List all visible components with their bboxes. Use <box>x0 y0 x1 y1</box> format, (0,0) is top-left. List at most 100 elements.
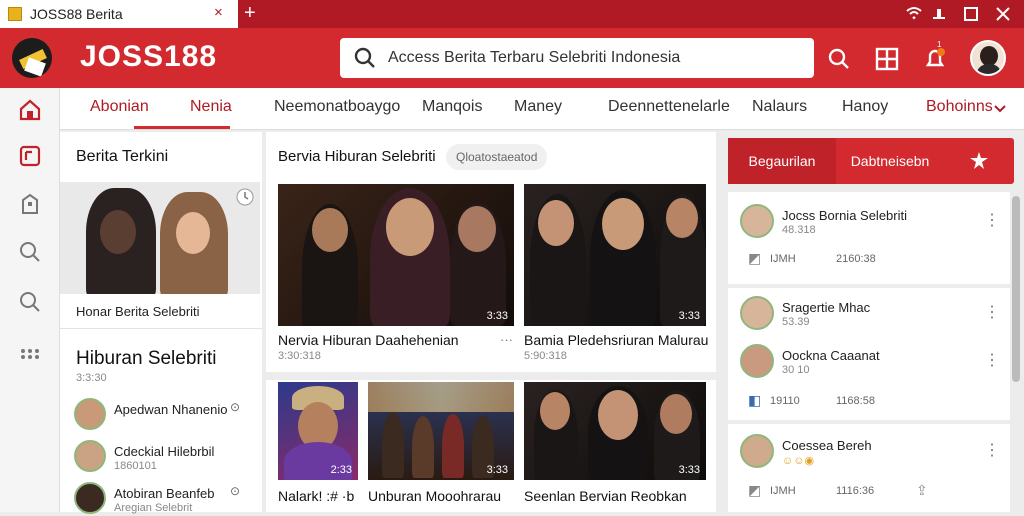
more-icon[interactable]: ··· <box>692 332 705 347</box>
meta-value: 19110 <box>770 395 800 407</box>
nav-item[interactable]: Manqois <box>422 98 482 116</box>
nav-item[interactable]: Maney <box>514 98 562 116</box>
notification-badge: 1 <box>937 40 942 49</box>
more-icon[interactable]: ⋮ <box>984 350 1000 370</box>
item-name: Atobiran Beanfeb <box>114 486 215 501</box>
card-title[interactable]: Unburan Mooohrarau <box>368 488 501 504</box>
meta-value: 2160:38 <box>836 253 876 265</box>
celebrity-news-panel: Bervia Hiburan Selebriti Qloatostaeatod … <box>266 132 716 512</box>
stage-lights <box>368 382 514 412</box>
tag-icon[interactable] <box>18 144 42 168</box>
user-avatar[interactable] <box>970 40 1006 76</box>
filter-chip[interactable]: Qloatostaeatod <box>446 144 548 170</box>
search-icon[interactable] <box>18 290 42 314</box>
feed-card: Sragertie Mhac 53.39 ⋮ Oockna Caaanat 30… <box>728 288 1010 420</box>
chevron-down-icon[interactable] <box>994 104 1006 114</box>
share-button[interactable] <box>944 138 1014 184</box>
feed-card: Jocss Bornia Selebriti 48.318 ⋮ ◩ IJMH 2… <box>728 192 1010 284</box>
search-icon[interactable] <box>18 240 42 264</box>
more-icon[interactable]: ··· <box>500 332 513 347</box>
category-nav: Abonian Nenia Neemonatboaygo Manqois Man… <box>60 88 1024 130</box>
nav-item[interactable]: Abonian <box>90 98 149 116</box>
right-panel: Begaurilan Dabtneisebn Jocss Bornia Sele… <box>726 132 1024 512</box>
feed-meta: ◩ IJMH 2160:38 <box>740 250 1000 270</box>
home-icon[interactable] <box>18 98 42 122</box>
search-icon[interactable] <box>826 46 852 72</box>
sidebar <box>0 88 60 512</box>
tab-close-icon[interactable]: × <box>214 4 223 21</box>
minimize-icon[interactable] <box>932 7 946 21</box>
meta-value: 1116:36 <box>836 485 875 497</box>
nav-item[interactable]: Hanoy <box>842 98 888 116</box>
person-face <box>538 200 574 246</box>
feed-name: Sragertie Mhac <box>782 300 871 315</box>
video-card[interactable]: 3:33 <box>524 184 706 326</box>
video-card[interactable]: 3:33 <box>524 382 706 480</box>
item-sub: 1860101 <box>114 460 157 472</box>
hero-caption[interactable]: Honar Berita Selebriti <box>76 304 200 319</box>
more-icon[interactable]: ⋮ <box>984 440 1000 460</box>
bell-icon[interactable] <box>922 46 948 72</box>
list-item[interactable]: Apedwan Nhanenio ⊙ <box>74 398 262 432</box>
divider <box>266 372 716 380</box>
logo-icon[interactable] <box>12 38 52 78</box>
nav-item[interactable]: Bohoinns <box>926 98 993 116</box>
video-duration: 3:33 <box>678 310 700 322</box>
feed-item[interactable]: Coessea Bereh ☺☺◉ ⋮ <box>740 434 1000 474</box>
nav-item[interactable]: Neemonatboaygo <box>274 98 400 116</box>
grid-icon[interactable] <box>18 342 42 366</box>
bookmark-icon[interactable]: ◧ <box>748 392 761 409</box>
item-name: Apedwan Nhanenio <box>114 402 228 417</box>
feed-name: Coessea Bereh <box>782 438 872 453</box>
person-face <box>312 208 348 252</box>
card-title[interactable]: Nalark! :# ·b <box>278 488 354 504</box>
action-bar: Begaurilan Dabtneisebn <box>728 138 1014 184</box>
wifi-icon <box>906 7 922 20</box>
video-duration: 3:33 <box>486 310 508 322</box>
person-face <box>176 212 210 254</box>
card-title[interactable]: Bamia Pledehsriuran Malurau <box>524 332 708 348</box>
more-icon[interactable]: ⋮ <box>984 210 1000 230</box>
feed-name: Jocss Bornia Selebriti <box>782 208 907 223</box>
action-button[interactable]: Begaurilan <box>728 138 836 184</box>
browser-tab[interactable]: JOSS88 Berita × <box>0 0 238 28</box>
list-item[interactable]: Atobiran Beanfeb Aregian Selebrit ⊙ <box>74 482 262 516</box>
card-title[interactable]: Seenlan Bervian Reobkan <box>524 488 687 504</box>
info-icon[interactable]: ⊙ <box>230 400 240 414</box>
search-input[interactable] <box>388 49 808 67</box>
feed-item[interactable]: Oockna Caaanat 30 10 ⋮ <box>740 344 1000 384</box>
bookmark-icon[interactable] <box>18 192 42 216</box>
nav-item[interactable]: Nalaurs <box>752 98 807 116</box>
avatar <box>74 440 106 472</box>
person-face <box>540 392 570 430</box>
brand-title: JOSS188 <box>80 40 218 73</box>
video-card[interactable]: 3:33 <box>278 184 514 326</box>
share-icon[interactable]: ⇪ <box>916 482 928 499</box>
card-title[interactable]: Nervia Hiburan Daahehenian <box>278 332 459 348</box>
scrollbar[interactable] <box>1012 196 1020 382</box>
video-card[interactable]: 2:33 <box>278 382 358 480</box>
item-sub: Aregian Selebrit <box>114 502 193 514</box>
comment-icon[interactable]: ◩ <box>748 250 761 267</box>
action-button[interactable]: Dabtneisebn <box>840 138 940 184</box>
comment-icon[interactable]: ◩ <box>748 482 761 499</box>
avatar <box>740 204 774 238</box>
hero-image[interactable] <box>60 182 260 294</box>
card-sub: 3:30:318 <box>278 350 321 362</box>
feed-item[interactable]: Jocss Bornia Selebriti 48.318 ⋮ <box>740 204 1000 244</box>
nav-item[interactable]: Nenia <box>190 98 232 116</box>
close-window-icon[interactable] <box>996 7 1010 21</box>
nav-item[interactable]: Deennettenelarle <box>608 98 730 116</box>
more-icon[interactable]: ⋮ <box>984 302 1000 322</box>
list-item[interactable]: Cdeckial Hilebrbil 1860101 <box>74 440 262 474</box>
grid-icon[interactable] <box>874 46 900 72</box>
new-tab-icon[interactable]: + <box>244 2 256 25</box>
maximize-icon[interactable] <box>964 7 978 21</box>
favicon-icon <box>8 7 22 21</box>
info-icon[interactable]: ⊙ <box>230 484 240 498</box>
video-duration: 2:33 <box>330 464 352 476</box>
video-card[interactable]: 3:33 <box>368 382 514 480</box>
feed-item[interactable]: Sragertie Mhac 53.39 ⋮ <box>740 296 1000 336</box>
item-name: Cdeckial Hilebrbil <box>114 444 215 459</box>
search-bar[interactable] <box>340 38 814 78</box>
